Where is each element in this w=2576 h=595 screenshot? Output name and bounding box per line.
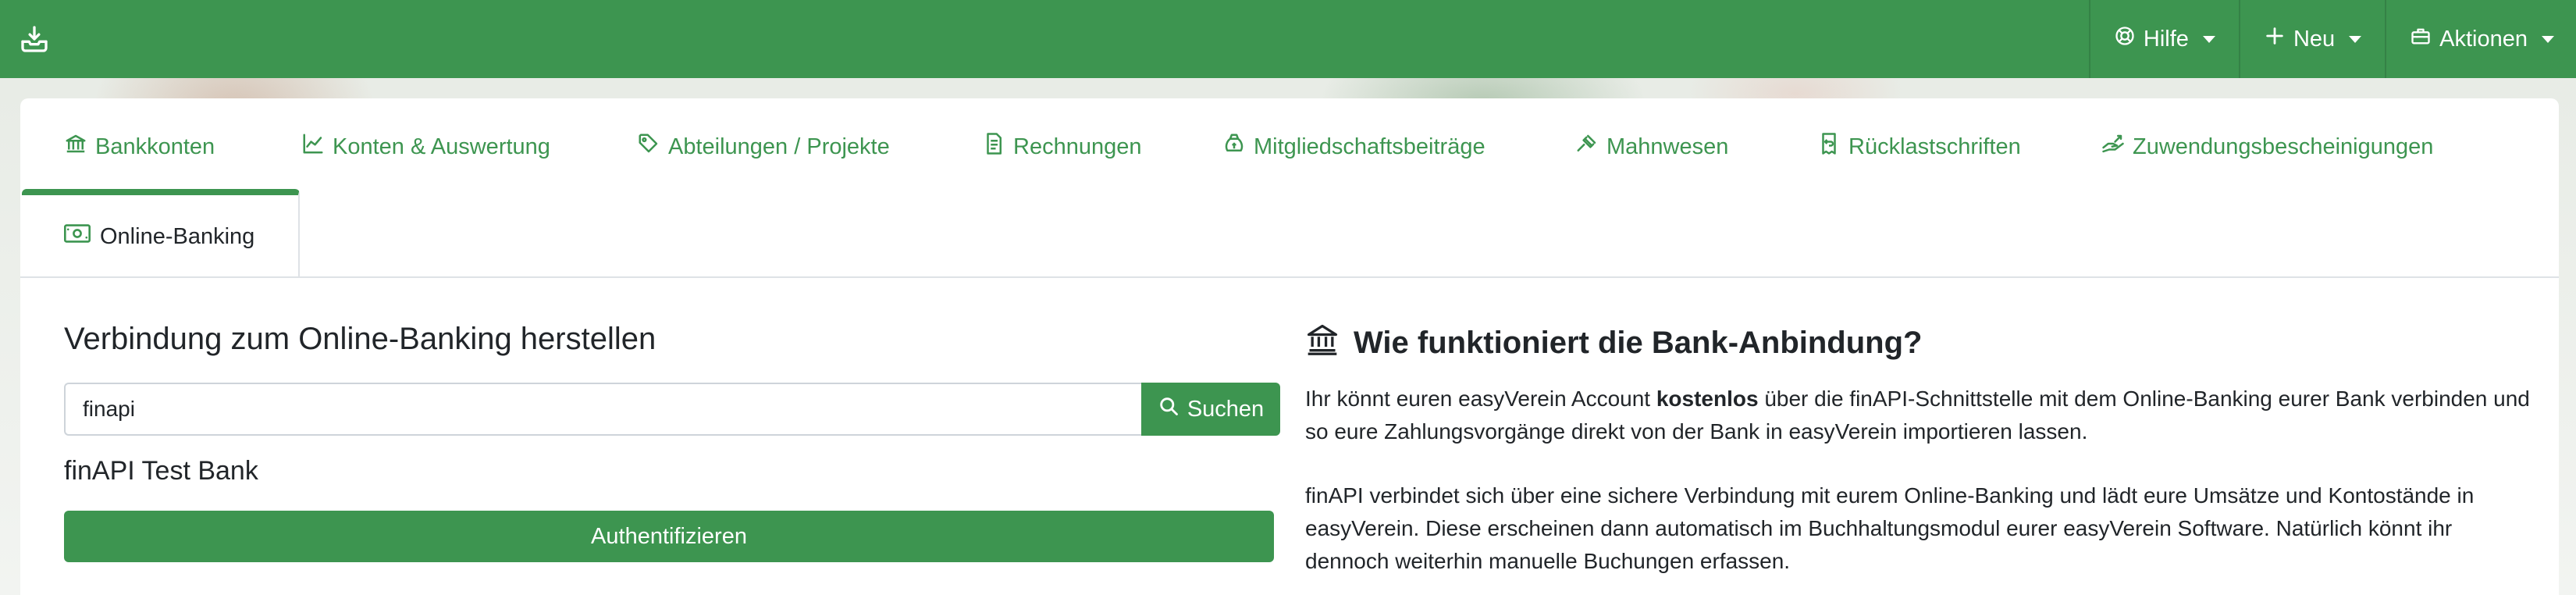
bank-icon [64, 132, 87, 162]
navbar-menu: Hilfe Neu Aktionen [2088, 0, 2576, 78]
tab-abteilungen-projekte[interactable]: Abteilungen / Projekte [637, 130, 890, 164]
nav-new-dropdown[interactable]: Neu [2238, 0, 2385, 78]
caret-down-icon [2202, 35, 2215, 43]
bank-result-name: finAPI Test Bank [64, 456, 258, 486]
info-title-text: Wie funktioniert die Bank-Anbindung? [1354, 325, 1923, 360]
nav-actions-label: Aktionen [2439, 26, 2528, 52]
tab-label: Abteilungen / Projekte [668, 134, 890, 159]
main-card: Bankkonten Konten & Auswertung Abteilung… [20, 98, 2559, 595]
tab-label: Mahnwesen [1606, 134, 1729, 159]
tab-bar: Bankkonten Konten & Auswertung Abteilung… [20, 98, 2559, 189]
nav-help-dropdown[interactable]: Hilfe [2088, 0, 2239, 78]
tab-mahnwesen[interactable]: Mahnwesen [1575, 130, 1728, 164]
bank-icon [1305, 322, 1340, 364]
info-title: Wie funktioniert die Bank-Anbindung? [1305, 322, 1922, 364]
tab-bankkonten[interactable]: Bankkonten [64, 130, 215, 164]
caret-down-icon [2349, 35, 2362, 43]
connect-title: Verbindung zum Online-Banking herstellen [64, 322, 656, 356]
info-paragraph-2: finAPI verbindet sich über eine sichere … [1305, 483, 2475, 573]
gavel-icon [1575, 132, 1599, 162]
tab-label: Rücklastschriften [1848, 134, 2021, 159]
tab-online-banking[interactable]: Online-Banking [22, 189, 300, 278]
top-navbar: Hilfe Neu Aktionen [0, 0, 2576, 78]
tab-label: Online-Banking [100, 223, 255, 249]
search-icon [1158, 395, 1179, 423]
caret-down-icon [2542, 35, 2554, 43]
tab-rechnungen[interactable]: Rechnungen [982, 130, 1141, 164]
search-button-label: Suchen [1187, 396, 1265, 422]
inbox-download-icon[interactable] [19, 23, 50, 55]
money-bag-icon [1222, 132, 1246, 162]
lifebuoy-icon [2114, 25, 2136, 53]
tab-label: Zuwendungsbescheinigungen [2133, 134, 2434, 159]
hand-donation-icon [2101, 132, 2125, 162]
tab-mitgliedschaftsbeitraege[interactable]: Mitgliedschaftsbeiträge [1222, 130, 1485, 164]
tab-ruecklastschriften[interactable]: Rücklastschriften [1817, 130, 2021, 164]
receipt-return-icon [1817, 132, 1841, 162]
tab-label: Mitgliedschaftsbeiträge [1254, 134, 1485, 159]
info-bold-text: kostenlos [1656, 387, 1759, 411]
chart-line-icon [301, 132, 325, 162]
plus-icon [2264, 25, 2286, 53]
bank-search-input[interactable] [64, 383, 1141, 436]
tab-konten-auswertung[interactable]: Konten & Auswertung [301, 130, 550, 164]
info-text: Ihr könnt euren easyVerein Account [1305, 387, 1656, 411]
tab-label: Bankkonten [95, 134, 215, 159]
nav-new-label: Neu [2293, 26, 2336, 52]
tab-label: Rechnungen [1013, 134, 1142, 159]
banknote-icon [64, 223, 91, 250]
tab-zuwendungsbescheinigungen[interactable]: Zuwendungsbescheinigungen [2101, 130, 2433, 164]
tags-icon [637, 132, 660, 162]
nav-help-label: Hilfe [2143, 26, 2189, 52]
toolbox-icon [2410, 25, 2432, 53]
nav-actions-dropdown[interactable]: Aktionen [2385, 0, 2576, 78]
tab-label: Konten & Auswertung [333, 134, 550, 159]
search-button[interactable]: Suchen [1141, 383, 1280, 436]
invoice-icon [982, 132, 1005, 162]
authenticate-button[interactable]: Authentifizieren [64, 511, 1274, 562]
tab-divider [20, 276, 2559, 278]
info-paragraph-1: Ihr könnt euren easyVerein Account koste… [1305, 383, 2539, 448]
bank-search-group: Suchen [64, 383, 1297, 436]
